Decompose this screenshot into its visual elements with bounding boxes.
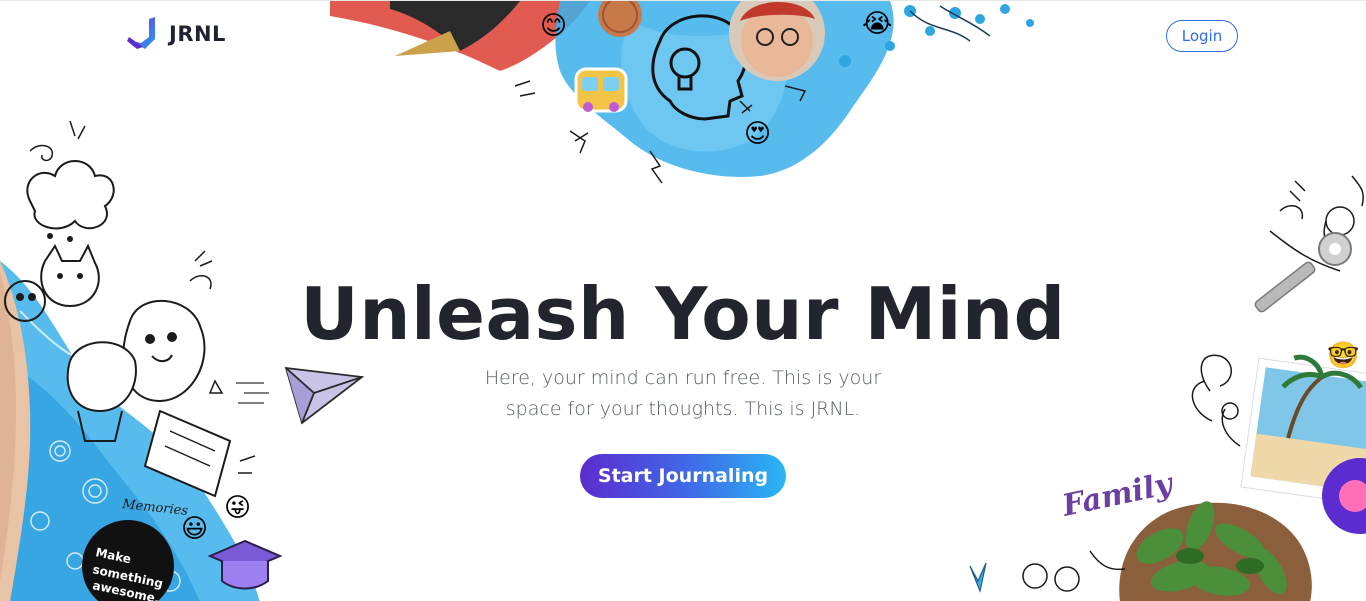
crying-emoji-icon: 😭	[862, 9, 893, 39]
login-button[interactable]: Login	[1166, 20, 1238, 52]
wink-emoji-icon: 😜	[224, 493, 252, 523]
smile-emoji-icon: 😃	[181, 514, 209, 544]
brand-name: JRNL	[169, 22, 226, 46]
brand-logo[interactable]: JRNL	[127, 17, 226, 51]
heart-eyes-emoji-icon: 😍	[744, 119, 772, 149]
right-doodle-collage: Family	[969, 175, 1366, 601]
blush-emoji-icon: 😊	[540, 11, 568, 41]
landing-page: Memories Make something awesome. 😃 😜 😊 😭…	[0, 0, 1366, 601]
jrnl-logo-icon	[127, 17, 155, 49]
hero-subtitle: Here, your mind can run free. This is yo…	[484, 367, 882, 420]
paper-plane-icon	[236, 366, 364, 425]
hero-title: Unleash Your Mind	[300, 272, 1066, 356]
family-doodle-label: Family	[1058, 466, 1177, 524]
start-journaling-button[interactable]: Start Journaling	[580, 454, 786, 498]
